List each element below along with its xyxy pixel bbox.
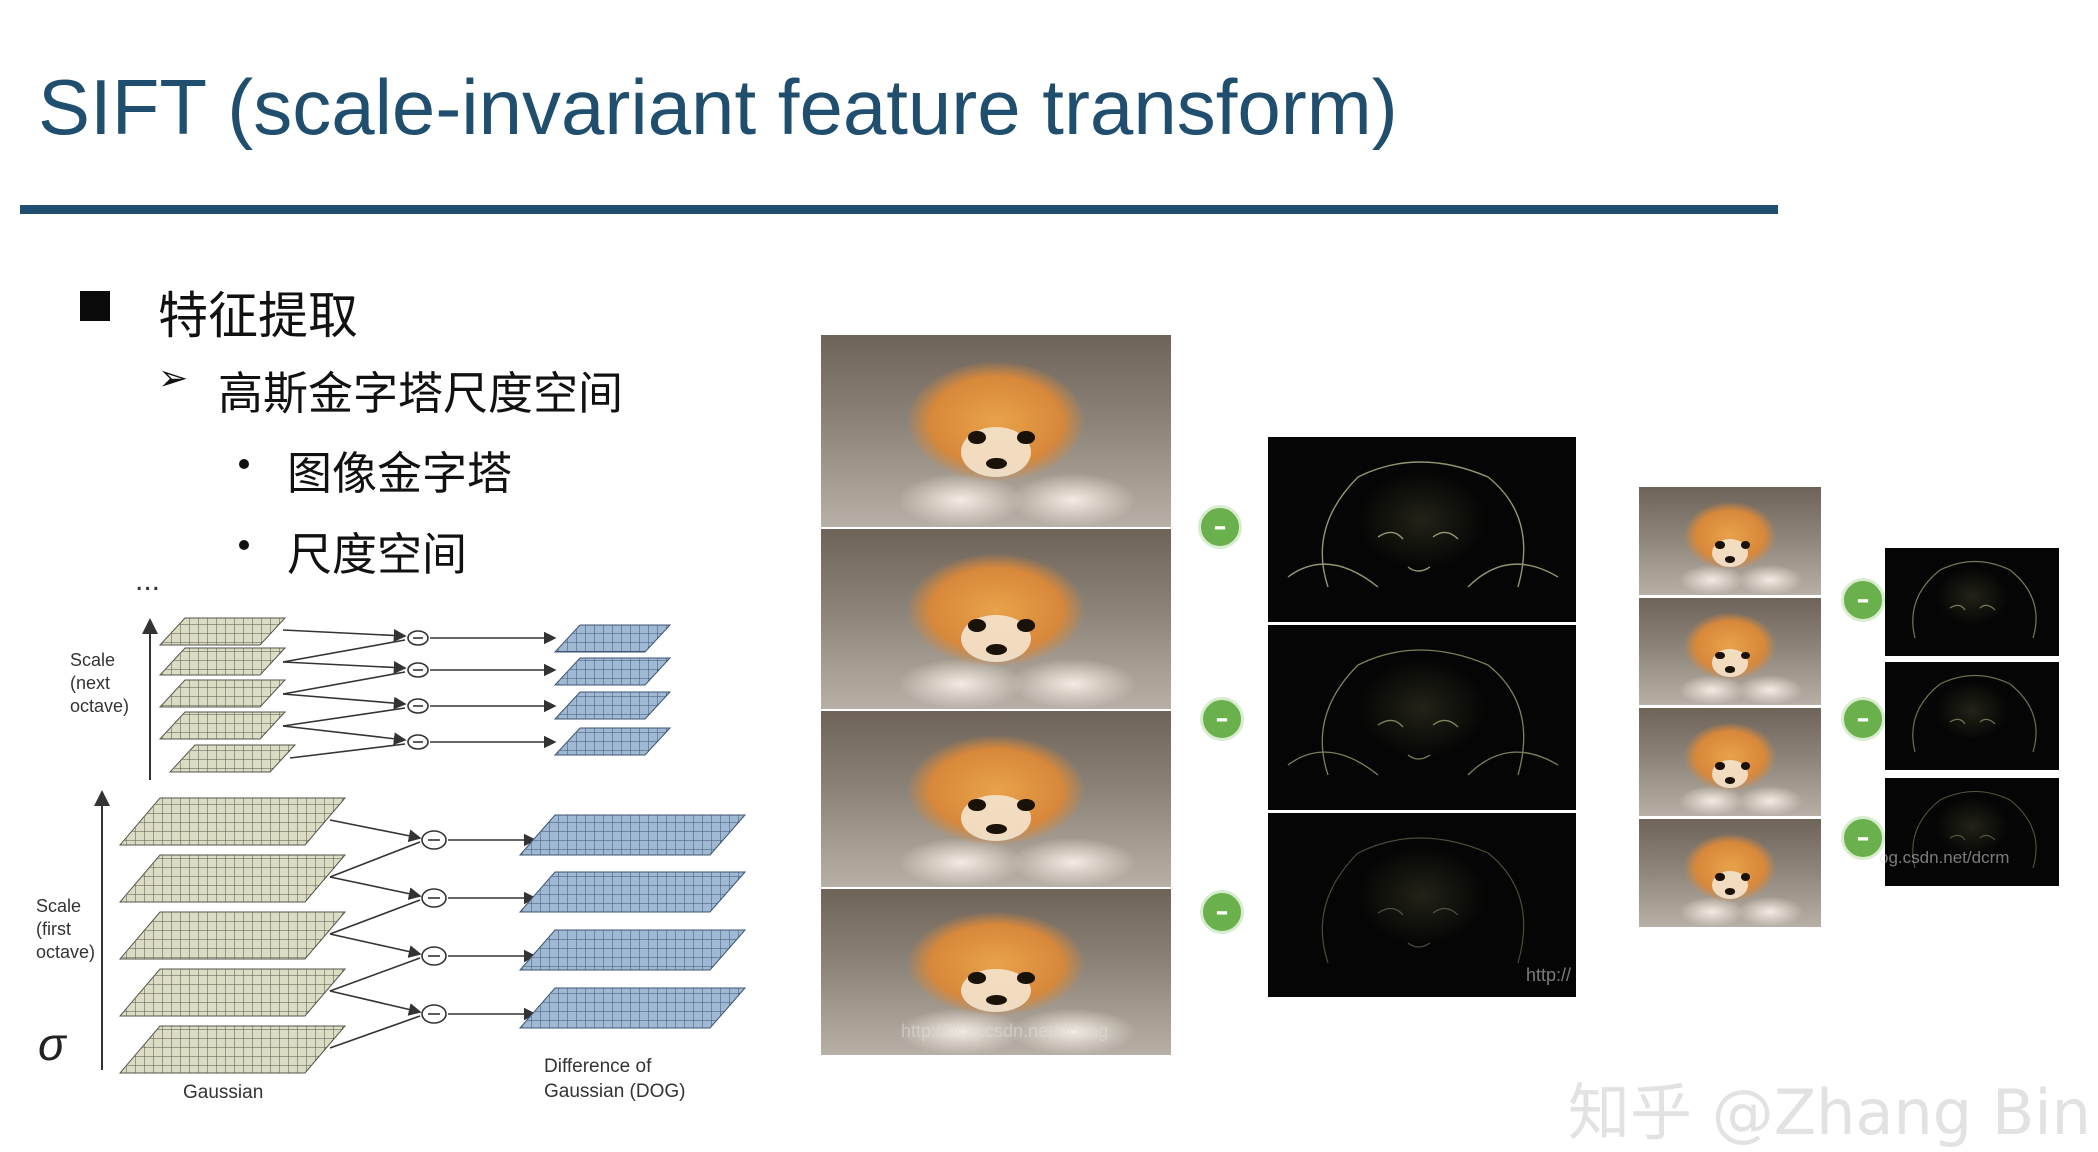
octave2-gaussian-stack <box>1639 487 1821 927</box>
gaussian-layers-next <box>158 617 297 773</box>
scale-first-line3: octave) <box>36 942 96 962</box>
slide-title: SIFT (scale-invariant feature transform) <box>38 63 1398 151</box>
dog-layer <box>518 814 747 856</box>
dog-photo-small <box>1639 708 1821 816</box>
gaussian-layer <box>118 797 347 846</box>
dog-edge-image-small <box>1885 778 2059 886</box>
dog-edge-image <box>1268 625 1576 810</box>
octave2-dog-stack: og.csdn.net/dcrm <box>1879 548 2059 888</box>
dog-photo <box>821 335 1171 527</box>
gaussian-layer <box>118 911 347 960</box>
dog-photo <box>821 711 1171 887</box>
title-underline <box>20 205 1778 214</box>
dog-layer <box>518 929 747 971</box>
dog-edge-image-small <box>1885 548 2059 656</box>
dog-edge-image <box>1268 437 1576 622</box>
gaussian-label: Gaussian <box>183 1082 263 1103</box>
faint-url-text: og.csdn.net/dcrm <box>1879 848 2010 867</box>
ellipsis-text: ... <box>135 570 160 597</box>
dog-layer <box>553 691 672 720</box>
minus-icon: – <box>1200 697 1244 741</box>
subtract-nodes-next <box>407 630 429 750</box>
bullet-level3-text-1: 图像金字塔 <box>287 447 513 500</box>
arrow-bullet-icon: ➢ <box>158 358 189 399</box>
dog-layers-first <box>518 814 747 1029</box>
gaussian-layer <box>158 711 287 740</box>
dog-layer <box>553 657 672 686</box>
gaussian-layer <box>158 617 287 646</box>
dot-bullet-icon <box>239 540 249 550</box>
gaussian-layer <box>118 968 347 1017</box>
gaussian-layer <box>168 744 297 773</box>
faint-url-text: http:// <box>1526 965 1572 985</box>
gaussian-layer <box>118 1025 347 1074</box>
gaussian-layer <box>158 679 287 708</box>
minus-icon: – <box>1841 697 1885 741</box>
sigma-symbol: σ <box>38 1018 68 1070</box>
scale-next-line2: (next <box>70 673 111 693</box>
minus-icon: – <box>1200 890 1244 934</box>
minus-icon: – <box>1198 505 1242 549</box>
dog-layer <box>518 987 747 1029</box>
dog-photo <box>821 529 1171 709</box>
faint-url-text: http://blog.csdn.net/dcrmg <box>901 1021 1109 1041</box>
dog-layer <box>518 871 747 913</box>
scale-first-octave-label: Scale (first octave) <box>36 895 95 964</box>
scale-next-octave-label: Scale (next octave) <box>70 649 129 718</box>
dog-photo-small <box>1639 819 1821 927</box>
minus-icon: – <box>1841 578 1885 622</box>
gaussian-layer <box>158 647 287 676</box>
dog-edge-image-small <box>1885 662 2059 770</box>
gaussian-layer <box>118 854 347 903</box>
dog-layer <box>553 727 672 756</box>
square-bullet-icon <box>80 291 110 321</box>
dot-bullet-icon <box>239 459 249 469</box>
dog-label-line1: Difference of <box>544 1056 652 1077</box>
bullet-level2-text: 高斯金字塔尺度空间 <box>218 367 624 420</box>
dog-label-line2: Gaussian (DOG) <box>544 1081 685 1102</box>
scale-first-line2: (first <box>36 919 71 939</box>
subtract-nodes-first <box>421 830 447 1024</box>
dog-layer <box>553 624 672 653</box>
dog-layers-next <box>553 624 672 756</box>
scale-next-line3: octave) <box>70 696 130 716</box>
scale-first-line1: Scale <box>36 896 82 916</box>
dog-photo-small <box>1639 487 1821 595</box>
bullet-level1-text: 特征提取 <box>158 287 358 345</box>
gaussian-layers-first <box>118 797 347 1074</box>
dog-photo-small <box>1639 598 1821 705</box>
scale-next-line1: Scale <box>70 650 116 670</box>
zhihu-watermark: 知乎 @Zhang Bin <box>1568 1076 2091 1149</box>
octave1-gaussian-stack: http://blog.csdn.net/dcrmg <box>821 335 1171 1055</box>
octave1-dog-stack: http:// <box>1268 437 1576 997</box>
